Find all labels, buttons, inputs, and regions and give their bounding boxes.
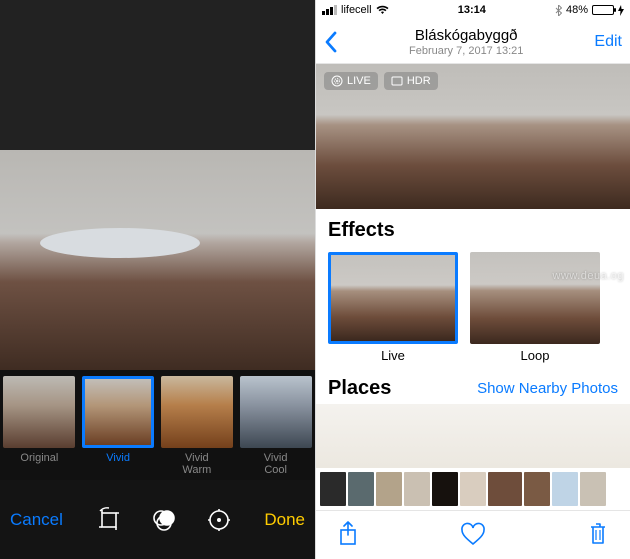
hdr-badge-label: HDR	[407, 75, 431, 87]
filter-label: Vivid Cool	[264, 452, 288, 476]
scrubber-thumb[interactable]	[552, 472, 578, 506]
scrubber-thumb[interactable]	[524, 472, 550, 506]
filter-thumb	[82, 376, 154, 448]
filter-vivid-cool[interactable]: Vivid Cool	[236, 376, 315, 480]
filter-vivid[interactable]: Vivid	[79, 376, 158, 480]
wifi-icon	[376, 5, 389, 15]
filters-icon[interactable]	[150, 506, 178, 534]
date-subtitle: February 7, 2017 13:21	[338, 45, 594, 57]
effect-live[interactable]: Live	[328, 252, 458, 363]
nav-bar: Bláskógabyggð February 7, 2017 13:21 Edi…	[316, 20, 630, 64]
edit-button[interactable]: Edit	[594, 33, 622, 51]
live-badge-label: LIVE	[347, 75, 371, 87]
scrubber-thumb[interactable]	[376, 472, 402, 506]
map-preview[interactable]	[316, 404, 630, 468]
thumbnail-scrubber[interactable]	[316, 468, 630, 510]
filter-original[interactable]: Original	[0, 376, 79, 480]
show-nearby-link[interactable]: Show Nearby Photos	[477, 380, 618, 397]
back-button[interactable]	[324, 31, 338, 53]
effect-label: Loop	[521, 348, 550, 363]
battery-pct: 48%	[566, 4, 588, 16]
photo-editor: Original Vivid Vivid Warm Vivid Cool Can…	[0, 0, 315, 559]
effect-thumb	[470, 252, 600, 344]
scrubber-thumb[interactable]	[404, 472, 430, 506]
done-button[interactable]: Done	[264, 510, 305, 530]
hdr-badge: HDR	[384, 72, 438, 90]
places-heading: Places	[328, 377, 391, 400]
signal-icon	[322, 5, 337, 15]
bluetooth-icon	[555, 5, 562, 16]
charging-icon	[618, 5, 624, 16]
cancel-button[interactable]: Cancel	[10, 510, 63, 530]
filter-label: Vivid	[106, 452, 130, 476]
filter-label: Original	[20, 452, 58, 476]
crop-rotate-icon[interactable]	[96, 507, 122, 533]
scrubber-thumb[interactable]	[348, 472, 374, 506]
heart-icon[interactable]	[460, 522, 486, 546]
editor-photo-preview[interactable]	[0, 150, 315, 370]
effect-loop[interactable]: Loop	[470, 252, 600, 363]
scrubber-thumb[interactable]	[432, 472, 458, 506]
filter-thumb	[3, 376, 75, 448]
filter-strip: Original Vivid Vivid Warm Vivid Cool	[0, 370, 315, 480]
effect-thumb	[328, 252, 458, 344]
effect-label: Live	[381, 348, 405, 363]
nav-title: Bláskógabyggð February 7, 2017 13:21	[338, 27, 594, 57]
share-icon[interactable]	[338, 521, 358, 547]
editor-toolbar: Cancel	[0, 480, 315, 559]
filter-thumb	[240, 376, 312, 448]
editor-top-blank	[0, 0, 315, 150]
live-badge: LIVE	[324, 72, 378, 90]
scrubber-thumb[interactable]	[488, 472, 522, 506]
detail-photo[interactable]: LIVE HDR	[316, 64, 630, 209]
filter-vivid-warm[interactable]: Vivid Warm	[158, 376, 237, 480]
battery-icon	[592, 5, 614, 15]
watermark: www.deua.og	[552, 270, 624, 282]
places-section: Places Show Nearby Photos	[316, 371, 630, 404]
effects-section: Effects	[316, 209, 630, 246]
status-time: 13:14	[458, 4, 486, 16]
filter-thumb	[161, 376, 233, 448]
scrubber-thumb[interactable]	[320, 472, 346, 506]
status-bar: lifecell 13:14 48%	[316, 0, 630, 20]
adjust-icon[interactable]	[206, 507, 232, 533]
carrier-label: lifecell	[341, 4, 372, 16]
scrubber-thumb[interactable]	[460, 472, 486, 506]
scrubber-thumb[interactable]	[580, 472, 606, 506]
effects-row: Live Loop	[316, 246, 630, 371]
effects-heading: Effects	[328, 219, 618, 242]
trash-icon[interactable]	[588, 522, 608, 546]
bottom-toolbar	[316, 510, 630, 556]
location-title: Bláskógabyggð	[338, 27, 594, 44]
filter-label: Vivid Warm	[182, 452, 211, 476]
